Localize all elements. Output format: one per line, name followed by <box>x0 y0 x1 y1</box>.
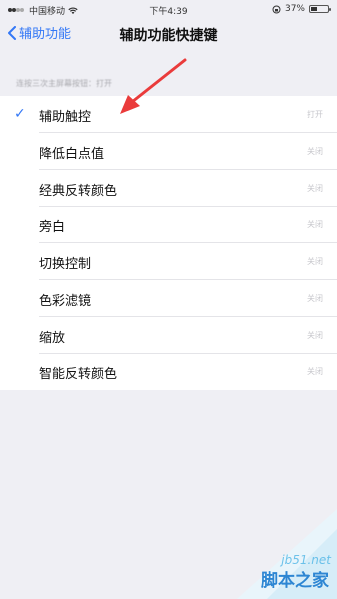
shortcut-option-label: 智能反转颜色 <box>39 367 118 383</box>
shortcut-option-label: 辅助触控 <box>39 110 92 125</box>
shortcut-option-row[interactable]: 经典反转颜色 关闭 <box>0 170 337 207</box>
battery-icon <box>309 5 331 13</box>
section-header: 连按三次主屏幕按钮：打开 <box>16 79 112 88</box>
shortcut-option-row[interactable]: 旁白 关闭 <box>0 206 337 244</box>
battery-percent: 37% <box>284 4 305 14</box>
status-bar: 中国移动 下午4:39 37% <box>0 0 337 20</box>
lock-rotation-icon <box>272 5 281 13</box>
shortcut-option-label: 降低白点值 <box>39 146 105 162</box>
shortcut-option-row[interactable]: ✓ 辅助触控 打开 <box>0 96 337 133</box>
shortcut-option-state: 关闭 <box>307 330 323 340</box>
checkmark-icon: ✓ <box>14 106 26 122</box>
shortcut-option-label: 经典反转颜色 <box>39 183 118 199</box>
shortcut-option-state: 关闭 <box>307 293 323 303</box>
shortcut-option-state: 关闭 <box>307 367 323 377</box>
shortcut-option-label: 切换控制 <box>39 257 92 272</box>
status-right-group: 37% <box>272 4 331 14</box>
shortcut-option-row[interactable]: 降低白点值 关闭 <box>0 133 337 170</box>
shortcut-option-row[interactable]: 色彩滤镜 关闭 <box>0 280 337 317</box>
shortcut-option-label: 旁白 <box>39 220 66 236</box>
watermark-name: 脚本之家 <box>261 571 329 591</box>
battery-fill <box>311 7 317 11</box>
shortcut-option-state: 打开 <box>307 110 323 119</box>
watermark-site: jb51.net <box>281 553 331 567</box>
shortcut-option-state: 关闭 <box>307 146 323 156</box>
page-title: 辅助功能快捷键 <box>119 28 218 44</box>
shortcut-option-state: 关闭 <box>307 257 323 266</box>
shortcut-option-row[interactable]: 缩放 关闭 <box>0 317 337 354</box>
watermark: jb51.net 脚本之家 <box>197 509 337 599</box>
shortcut-option-state: 关闭 <box>307 183 323 193</box>
navigation-bar: 辅助功能 辅助功能快捷键 <box>0 20 337 48</box>
shortcut-option-label: 色彩滤镜 <box>39 293 92 309</box>
shortcut-option-label: 缩放 <box>39 330 66 346</box>
shortcut-option-row[interactable]: 智能反转颜色 关闭 <box>0 353 337 390</box>
shortcut-option-state: 关闭 <box>307 220 323 230</box>
shortcut-options-list: ✓ 辅助触控 打开 降低白点值 关闭 经典反转颜色 关闭 旁白 关闭 切换控制 关闭 色彩滤镜 关闭 缩放… <box>0 96 337 390</box>
shortcut-option-row[interactable]: 切换控制 关闭 <box>0 243 337 280</box>
